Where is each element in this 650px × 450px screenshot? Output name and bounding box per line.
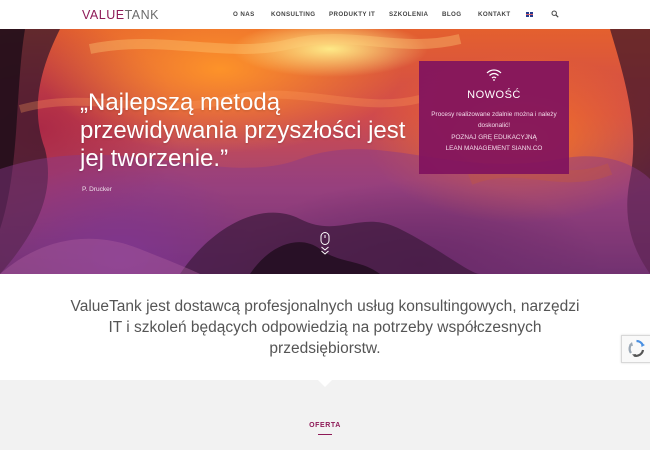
offer-title-underline [318,434,332,435]
hero-banner: „Najlepszą metodą przewidywania przyszło… [0,29,650,274]
news-description-line-2: doskonalić! [478,122,510,129]
site-header: VALUETANK O NAS KONSULTING PRODUKTY IT S… [0,0,650,30]
section-arrow [318,380,332,387]
quote-author: P. Drucker [82,186,112,193]
nav-item-blog[interactable]: BLOG [442,11,461,18]
mouse-scroll-icon[interactable] [319,232,331,258]
news-cta-line-1[interactable]: POZNAJ GRĘ EDUKACYJNĄ [419,134,569,142]
news-box[interactable]: NOWOŚĆ Procesy realizowane zdalnie można… [419,61,569,174]
intro-text: ValueTank jest dostawcą profesjonalnych … [70,298,580,357]
intro-section: ValueTank jest dostawcą profesjonalnych … [0,274,650,380]
nav-item-o-nas[interactable]: O NAS [233,11,255,18]
offer-title: OFERTA [309,422,341,429]
nav-item-produkty-it[interactable]: PRODUKTY IT [329,11,375,18]
recaptcha-icon [628,339,645,357]
search-icon[interactable] [551,10,559,18]
news-description-line-1: Procesy realizowane zdalnie można i nale… [431,111,557,118]
recaptcha-badge[interactable] [621,335,650,363]
nav-item-szkolenia[interactable]: SZKOLENIA [389,11,428,18]
news-title: NOWOŚĆ [467,89,521,101]
uk-flag-icon[interactable] [526,12,533,17]
nav-item-konsulting[interactable]: KONSULTING [271,11,315,18]
nav-item-kontakt[interactable]: KONTAKT [478,11,511,18]
offer-section: OFERTA [0,380,650,450]
news-cta-line-2[interactable]: LEAN MANAGEMENT SIANN.CO [419,145,569,153]
wifi-icon [486,69,502,81]
hero-quote: „Najlepszą metodą przewidywania przyszło… [80,89,406,172]
